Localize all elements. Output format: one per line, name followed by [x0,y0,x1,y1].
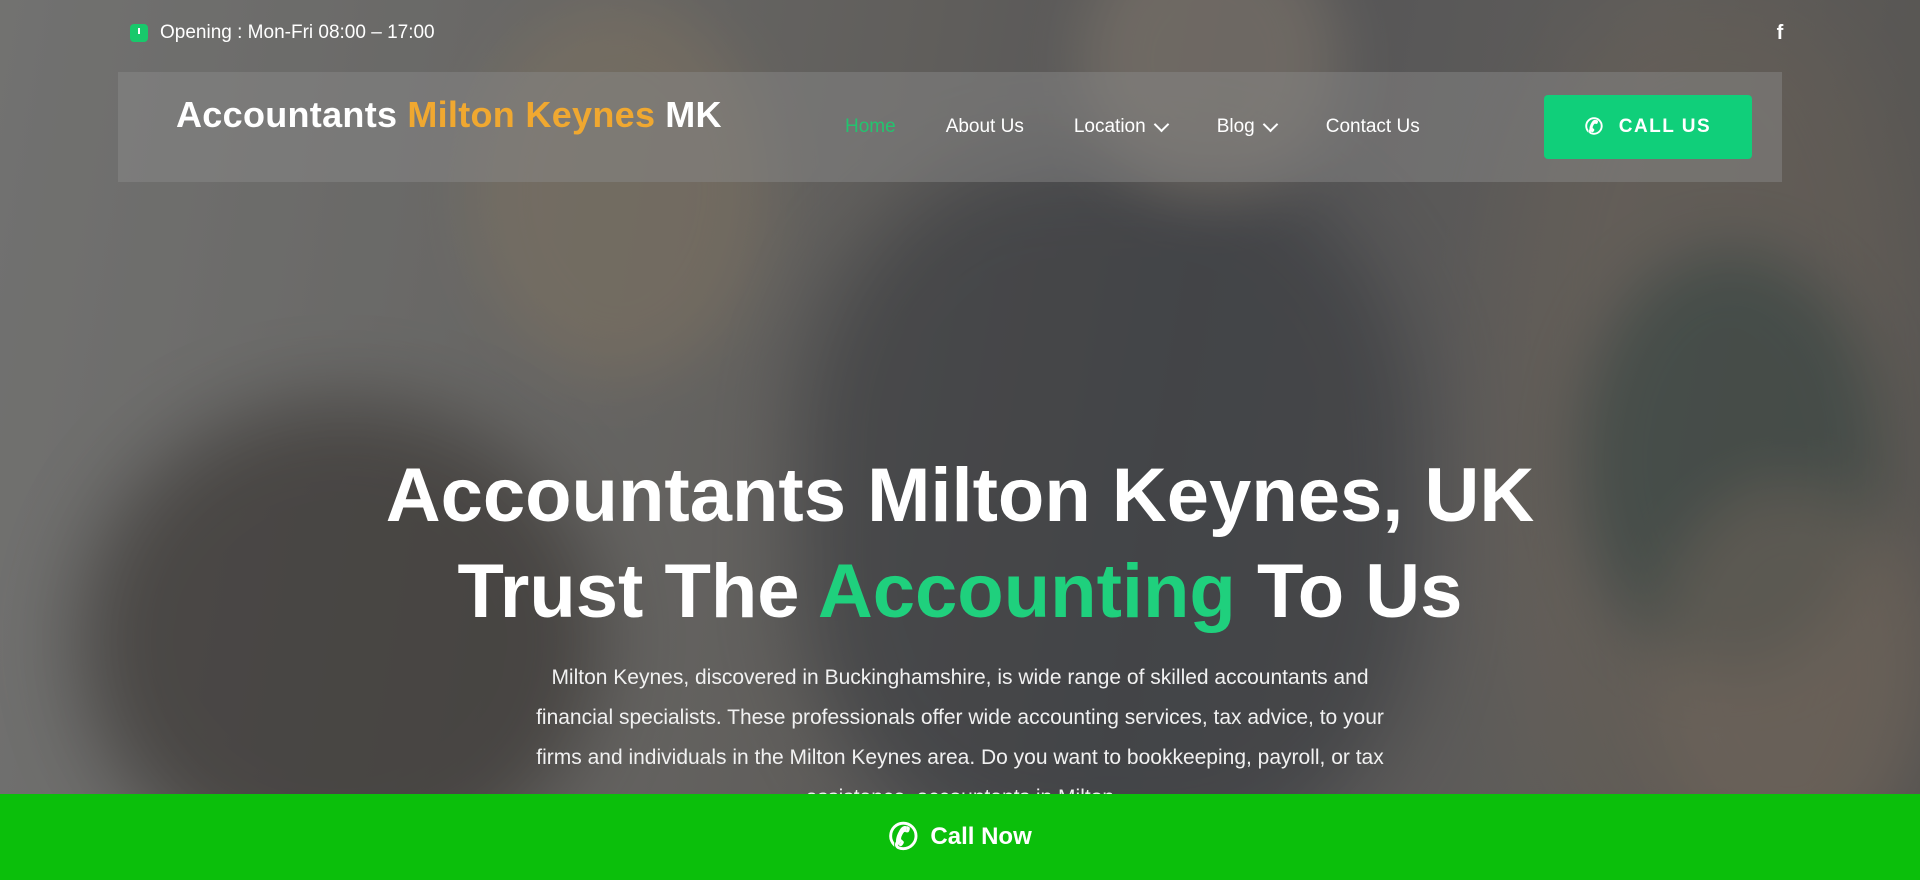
main-navbar: Accountants Milton Keynes MK Home About … [118,72,1782,182]
call-now-label: Call Now [930,823,1032,850]
headline-line2-end: To Us [1256,549,1463,634]
clock-icon [130,24,148,42]
call-us-label: CALL US [1618,116,1712,137]
nav-item-label: About Us [945,116,1024,137]
phone-icon: ✆ [1584,114,1605,139]
nav-item-about-us[interactable]: About Us [946,116,1024,138]
call-us-button[interactable]: ✆ CALL US [1544,95,1752,159]
nav-item-label: Home [845,116,896,137]
opening-hours-text: Opening : Mon-Fri 08:00 – 17:00 [160,22,435,43]
logo-text-part1: Accountants [176,94,398,135]
nav-item-location[interactable]: Location [1073,116,1169,138]
site-logo[interactable]: Accountants Milton Keynes MK [176,94,722,136]
headline-line2-start: Trust The [457,549,800,634]
chevron-down-icon [1262,116,1278,132]
chevron-down-icon [1153,116,1169,132]
hero-section: Opening : Mon-Fri 08:00 – 17:00 f Accoun… [0,0,1920,880]
headline-line1: Accountants Milton Keynes, UK [385,453,1535,538]
nav-menu: Home About Us Location Blog Contact Us [845,72,1420,182]
nav-item-contact-us[interactable]: Contact Us [1326,116,1420,138]
top-bar: Opening : Mon-Fri 08:00 – 17:00 f [130,18,1790,48]
opening-hours: Opening : Mon-Fri 08:00 – 17:00 [130,22,435,44]
headline-highlight: Accounting [817,549,1236,634]
hero-headline: Accountants Milton Keynes, UK Trust The … [0,448,1920,640]
facebook-icon[interactable]: f [1770,22,1790,45]
nav-item-label: Contact Us [1325,116,1420,137]
phone-icon: ✆ [888,816,919,857]
call-now-bar[interactable]: ✆ Call Now [0,794,1920,880]
logo-text-part2: Milton Keynes [407,94,656,135]
nav-item-label: Blog [1216,116,1255,137]
nav-item-label: Location [1073,116,1146,137]
nav-item-home[interactable]: Home [845,116,896,138]
logo-text-part3: MK [665,94,722,135]
nav-item-blog[interactable]: Blog [1216,116,1278,138]
